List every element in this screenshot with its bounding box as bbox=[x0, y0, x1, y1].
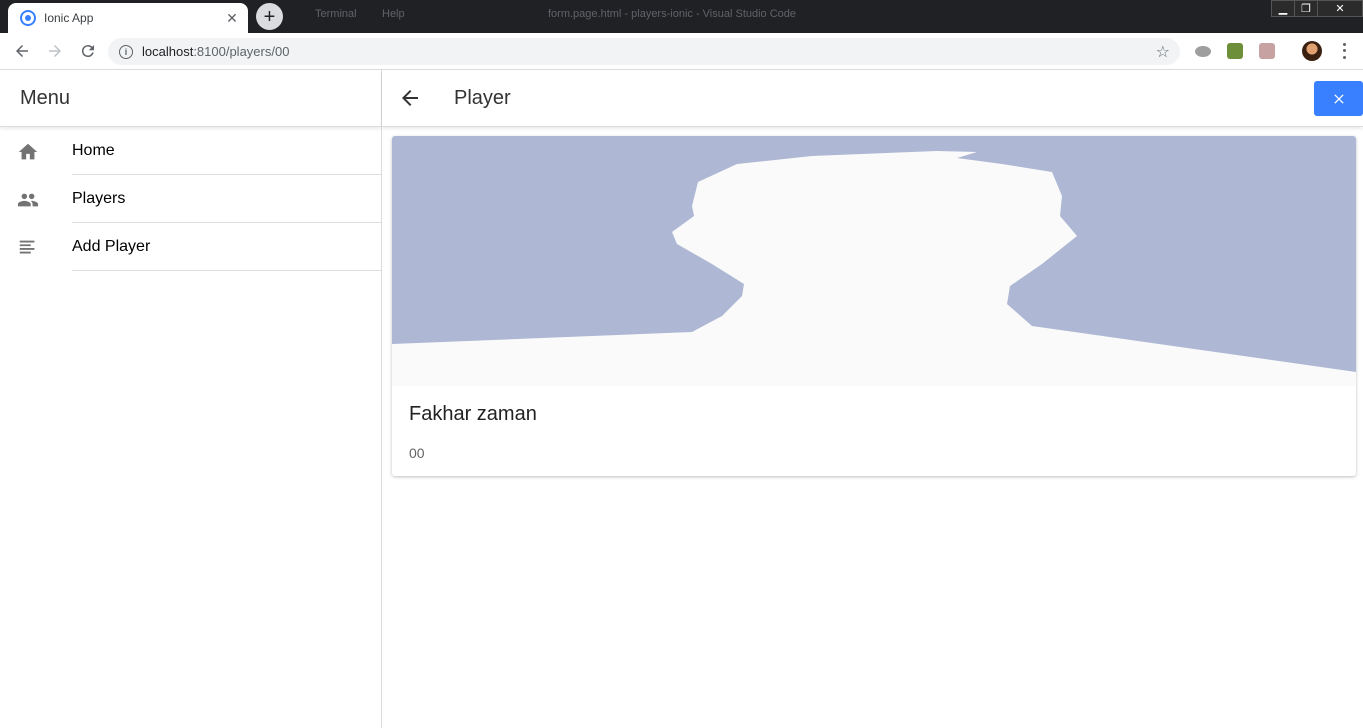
new-tab-button[interactable]: + bbox=[256, 3, 283, 30]
menu-item-label: Players bbox=[72, 175, 381, 223]
tab-title: Ionic App bbox=[44, 11, 94, 25]
menu-list: Home Players Add Player bbox=[0, 127, 381, 271]
home-icon bbox=[18, 143, 38, 160]
menu-item-add-player[interactable]: Add Player bbox=[0, 223, 381, 271]
reload-icon[interactable] bbox=[74, 37, 102, 65]
back-arrow-icon[interactable] bbox=[398, 86, 422, 110]
page-title: Player bbox=[454, 86, 511, 109]
menu-item-label: Home bbox=[72, 127, 381, 175]
back-arrow-icon[interactable] bbox=[8, 37, 36, 65]
main-content: Player Fakhar zaman 00 bbox=[382, 70, 1363, 728]
restore-button[interactable]: ❐ bbox=[1294, 0, 1318, 17]
background-window-text: Help bbox=[382, 8, 405, 20]
extension-icon[interactable] bbox=[1227, 43, 1243, 59]
site-info-icon[interactable]: i bbox=[119, 44, 133, 59]
side-menu: Menu Home Players Add Player bbox=[0, 70, 382, 728]
list-icon bbox=[19, 240, 35, 254]
menu-header: Menu bbox=[0, 70, 381, 127]
url-text: localhost:8100/players/00 bbox=[142, 44, 290, 59]
close-icon bbox=[1333, 93, 1344, 104]
people-icon bbox=[17, 193, 39, 207]
browser-tab-strip: Terminal Help form.page.html - players-i… bbox=[0, 0, 1363, 33]
page-header: Player bbox=[382, 70, 1363, 127]
player-number: 00 bbox=[409, 445, 425, 461]
background-window-text: Terminal bbox=[315, 8, 357, 20]
player-name: Fakhar zaman bbox=[409, 403, 537, 425]
menu-item-label: Add Player bbox=[72, 223, 381, 271]
player-card: Fakhar zaman 00 bbox=[392, 136, 1356, 476]
menu-title: Menu bbox=[20, 86, 71, 109]
window-controls: ▁ ❐ ✕ bbox=[1271, 0, 1363, 17]
browser-menu-icon[interactable] bbox=[1340, 41, 1348, 61]
profile-avatar[interactable] bbox=[1302, 41, 1322, 61]
address-bar[interactable]: i localhost:8100/players/00 ☆ bbox=[108, 38, 1180, 65]
close-button[interactable] bbox=[1314, 81, 1363, 116]
pdf-extension-icon[interactable] bbox=[1259, 43, 1275, 59]
forward-arrow-icon[interactable] bbox=[41, 37, 69, 65]
menu-item-players[interactable]: Players bbox=[0, 175, 381, 223]
extension-icon[interactable] bbox=[1195, 46, 1211, 57]
browser-toolbar: i localhost:8100/players/00 ☆ bbox=[0, 33, 1363, 70]
menu-item-home[interactable]: Home bbox=[0, 127, 381, 175]
background-window-text: form.page.html - players-ionic - Visual … bbox=[548, 8, 797, 20]
browser-tab[interactable]: Ionic App ✕ bbox=[8, 3, 248, 33]
player-photo bbox=[392, 136, 1356, 386]
tab-close-icon[interactable]: ✕ bbox=[224, 10, 240, 26]
minimize-button[interactable]: ▁ bbox=[1271, 0, 1295, 17]
ionic-favicon-icon bbox=[20, 10, 36, 26]
window-close-button[interactable]: ✕ bbox=[1317, 0, 1363, 17]
bookmark-star-icon[interactable]: ☆ bbox=[1156, 42, 1170, 62]
